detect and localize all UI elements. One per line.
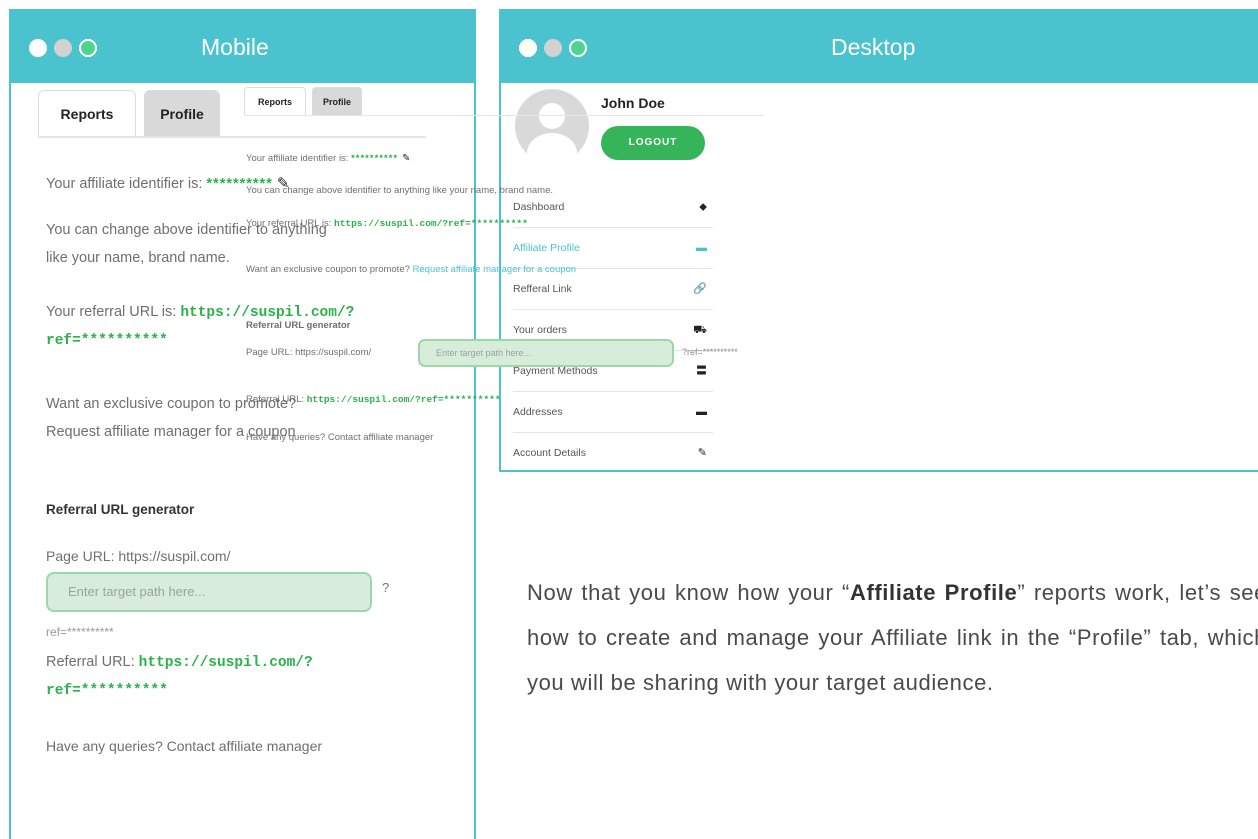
- minimize-dot-icon[interactable]: [544, 39, 562, 57]
- queries-text[interactable]: Have any queries? Contact affiliate mana…: [46, 732, 322, 760]
- generator-heading: Referral URL generator: [246, 320, 351, 331]
- generated-url-row: Referral URL: https://suspil.com/?ref=**…: [246, 394, 501, 405]
- desktop-window: Desktop John Doe LOGOUT Dashboard ⬥ Affil…: [499, 9, 1258, 472]
- sidebar-item-label: Dashboard: [513, 201, 565, 213]
- profile-card-icon: ▬: [696, 242, 707, 254]
- referral-url[interactable]: https://suspil.com/?: [180, 305, 354, 321]
- explanation-paragraph: Now that you know how your “Affiliate Pr…: [527, 570, 1258, 705]
- logout-button[interactable]: LOGOUT: [601, 126, 705, 160]
- ref-suffix: ?ref=**********: [682, 347, 738, 357]
- identifier-label: Your affiliate identifier is:: [46, 176, 203, 192]
- avatar-body: [527, 133, 577, 163]
- generated-url-row: Referral URL: https://suspil.com/? ref=*…: [46, 648, 313, 705]
- generated-url-cont[interactable]: ref=**********: [46, 677, 313, 705]
- page-url-label: Page URL: https://suspil.com/: [246, 347, 372, 358]
- truck-icon: ⛟: [693, 324, 707, 336]
- identifier-label: Your affiliate identifier is:: [246, 153, 349, 164]
- sidebar-item-refferal-link[interactable]: Refferal Link 🔗: [513, 269, 713, 310]
- tab-reports[interactable]: Reports: [244, 87, 306, 115]
- desktop-titlebar: Desktop: [501, 11, 1258, 83]
- window-title: Mobile: [201, 34, 269, 60]
- coupon-row: Want an exclusive coupon to promote? Req…: [246, 264, 576, 275]
- target-path-input[interactable]: Enter target path here...: [418, 339, 674, 367]
- ref-suffix: ref=**********: [46, 625, 114, 639]
- coupon-question: Want an exclusive coupon to promote?: [246, 264, 410, 275]
- generated-label: Referral URL:: [46, 654, 135, 670]
- link-icon: 🔗: [693, 283, 707, 295]
- referral-label: Your referral URL is:: [246, 218, 332, 229]
- paragraph-text: Now that you know how your “: [527, 580, 850, 605]
- window-title: Desktop: [831, 34, 916, 60]
- edit-icon: ✎: [697, 447, 707, 459]
- money-icon: 〓: [696, 365, 707, 377]
- sidebar-item-label: Refferal Link: [513, 283, 572, 295]
- referral-label: Your referral URL is:: [46, 304, 177, 320]
- page-url-label: Page URL: https://suspil.com/: [46, 548, 231, 564]
- maximize-dot-icon[interactable]: [79, 39, 97, 57]
- tab-reports[interactable]: Reports: [38, 90, 136, 136]
- maximize-dot-icon[interactable]: [569, 39, 587, 57]
- sidebar-nav: Dashboard ⬥ Affiliate Profile ▬ Refferal L…: [513, 187, 713, 473]
- generated-label: Referral URL:: [246, 394, 305, 405]
- mobile-titlebar: Mobile: [11, 11, 474, 83]
- referral-url-row: Your referral URL is: https://suspil.com…: [246, 218, 528, 229]
- paragraph-bold-text: Affiliate Profile: [849, 580, 1018, 605]
- minimize-dot-icon[interactable]: [54, 39, 72, 57]
- generated-url[interactable]: https://suspil.com/?: [139, 655, 313, 671]
- address-card-icon: ▬: [696, 406, 707, 418]
- identifier-value: **********: [351, 153, 399, 164]
- queries-text[interactable]: Have any queries? Contact affiliate mana…: [246, 432, 433, 443]
- close-dot-icon[interactable]: [519, 39, 537, 57]
- tab-profile[interactable]: Profile: [312, 87, 362, 115]
- target-path-input[interactable]: Enter target path here...: [46, 572, 372, 612]
- window-controls: [29, 39, 97, 57]
- sidebar-item-account-details[interactable]: Account Details ✎: [513, 433, 713, 473]
- identifier-row: Your affiliate identifier is: **********…: [246, 153, 410, 164]
- referral-url[interactable]: https://suspil.com/?ref=**********: [334, 218, 528, 229]
- dashboard-icon: ⬥: [699, 201, 707, 213]
- sidebar-item-label: Affiliate Profile: [513, 242, 580, 254]
- sidebar-item-label: Account Details: [513, 447, 586, 459]
- sidebar-item-affiliate-profile[interactable]: Affiliate Profile ▬: [513, 228, 713, 269]
- tab-profile[interactable]: Profile: [144, 90, 220, 136]
- change-note: You can change above identifier to anyth…: [246, 185, 554, 196]
- close-dot-icon[interactable]: [29, 39, 47, 57]
- sidebar-item-label: Your orders: [513, 324, 567, 336]
- coupon-request-link[interactable]: Request affiliate manager for a coupon: [413, 264, 577, 275]
- desktop-tabs: Reports Profile: [244, 87, 764, 116]
- generated-url[interactable]: https://suspil.com/?ref=**********: [307, 394, 501, 405]
- pencil-icon[interactable]: ✎: [402, 153, 410, 164]
- sidebar-item-label: Addresses: [513, 406, 563, 418]
- window-controls: [519, 39, 587, 57]
- sidebar-item-addresses[interactable]: Addresses ▬: [513, 392, 713, 433]
- generator-heading: Referral URL generator: [46, 502, 195, 517]
- query-mark: ?: [382, 580, 390, 595]
